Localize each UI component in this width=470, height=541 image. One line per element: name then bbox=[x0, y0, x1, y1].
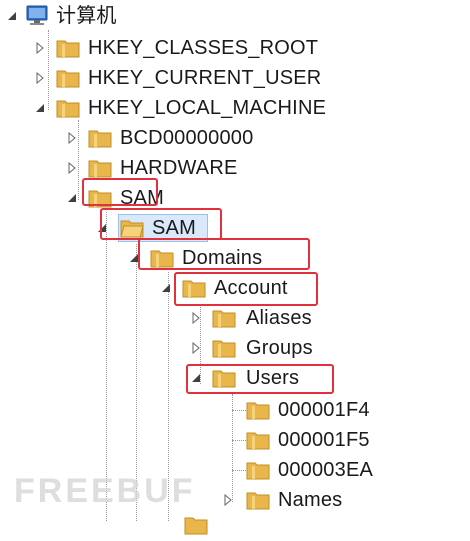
folder-icon bbox=[88, 157, 112, 179]
tree-node-hkey-local-machine[interactable]: HKEY_LOCAL_MACHINE bbox=[30, 94, 340, 122]
highlight-box bbox=[100, 208, 222, 240]
tree-node-label: HKEY_LOCAL_MACHINE bbox=[88, 97, 327, 119]
tree-node-label: HKEY_CLASSES_ROOT bbox=[88, 37, 319, 59]
tree-node-hkey-current-user[interactable]: HKEY_CURRENT_USER bbox=[30, 64, 330, 92]
highlight-box bbox=[186, 364, 334, 394]
folder-icon bbox=[88, 127, 112, 149]
expand-arrow-icon[interactable] bbox=[34, 42, 46, 54]
folder-icon bbox=[56, 67, 80, 89]
tree-node-names[interactable]: Names bbox=[218, 486, 368, 514]
tree-node-user-000003ea[interactable]: 000003EA bbox=[218, 456, 388, 484]
highlight-box bbox=[138, 238, 310, 270]
highlight-box bbox=[82, 178, 158, 206]
folder-icon bbox=[184, 514, 208, 536]
computer-icon bbox=[24, 4, 52, 26]
tree-node-label: Groups bbox=[246, 337, 313, 359]
tree-node-label: HARDWARE bbox=[120, 157, 238, 179]
collapse-arrow-icon[interactable] bbox=[6, 10, 18, 22]
folder-icon bbox=[56, 37, 80, 59]
expand-arrow-icon[interactable] bbox=[66, 162, 78, 174]
tree-node-label: BCD00000000 bbox=[120, 127, 254, 149]
tree-node-label: Names bbox=[278, 489, 343, 511]
tree-node-groups[interactable]: Groups bbox=[186, 334, 336, 362]
tree-node-label: HKEY_CURRENT_USER bbox=[88, 67, 322, 89]
tree-node-label: 计算机 bbox=[56, 5, 117, 27]
folder-icon bbox=[246, 399, 270, 421]
registry-tree: 计算机 HKEY_CLASSES_ROOT HKEY_CURRENT_USER … bbox=[0, 0, 470, 535]
folder-icon bbox=[212, 337, 236, 359]
folder-icon bbox=[56, 97, 80, 119]
tree-node-hkey-classes-root[interactable]: HKEY_CLASSES_ROOT bbox=[30, 34, 330, 62]
expand-arrow-icon[interactable] bbox=[66, 132, 78, 144]
expand-arrow-icon[interactable] bbox=[190, 342, 202, 354]
expand-arrow-icon[interactable] bbox=[222, 494, 234, 506]
watermark: FREEBUF bbox=[14, 472, 196, 510]
tree-node-computer[interactable]: 计算机 bbox=[0, 2, 140, 30]
folder-icon bbox=[246, 459, 270, 481]
tree-node-user-000001f5[interactable]: 000001F5 bbox=[218, 426, 388, 454]
collapse-arrow-icon[interactable] bbox=[160, 282, 172, 294]
expand-arrow-icon[interactable] bbox=[190, 312, 202, 324]
expand-arrow-icon[interactable] bbox=[34, 72, 46, 84]
tree-node-label: 000001F5 bbox=[278, 429, 370, 451]
tree-node-user-000001f4[interactable]: 000001F4 bbox=[218, 396, 388, 424]
collapse-arrow-icon[interactable] bbox=[34, 102, 46, 114]
tree-node-aliases[interactable]: Aliases bbox=[186, 304, 336, 332]
tree-node-label: 000003EA bbox=[278, 459, 374, 481]
folder-icon bbox=[246, 489, 270, 511]
tree-node-bcd00000000[interactable]: BCD00000000 bbox=[62, 124, 272, 152]
folder-icon bbox=[246, 429, 270, 451]
highlight-box bbox=[174, 272, 318, 306]
collapse-arrow-icon[interactable] bbox=[66, 192, 78, 204]
tree-node-label: Aliases bbox=[246, 307, 312, 329]
folder-icon bbox=[212, 307, 236, 329]
tree-node-label: 000001F4 bbox=[278, 399, 370, 421]
